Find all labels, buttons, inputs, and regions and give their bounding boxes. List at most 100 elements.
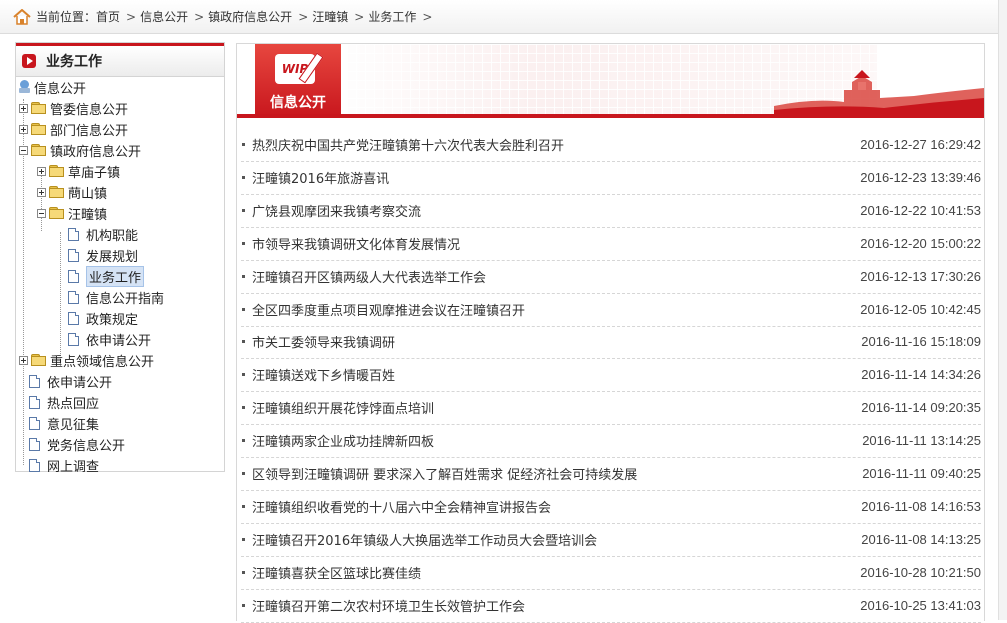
banner-rule xyxy=(237,114,984,118)
breadcrumb-info-public[interactable]: 信息公开 xyxy=(140,8,188,25)
sidebar-item[interactable]: 网上调查 xyxy=(29,455,99,475)
bullet-icon xyxy=(242,373,245,377)
document-icon xyxy=(68,290,79,304)
sidebar-item[interactable]: 重点领域信息公开 xyxy=(19,350,154,370)
sidebar-item[interactable]: 机构职能 xyxy=(68,224,138,244)
building-silhouette-icon xyxy=(774,70,984,114)
sidebar-item[interactable]: 管委信息公开 xyxy=(19,98,128,118)
list-item: 汪疃镇召开区镇两级人大代表选举工作会 2016-12-13 17:30:26 xyxy=(241,260,981,294)
sidebar-item[interactable]: 发展规划 xyxy=(68,245,138,265)
expand-icon[interactable] xyxy=(37,187,46,197)
sidebar-item[interactable]: 部门信息公开 xyxy=(19,119,128,139)
sidebar-item-label: 依申请公开 xyxy=(86,333,152,349)
article-date: 2016-12-23 13:39:46 xyxy=(860,169,981,185)
article-link[interactable]: 汪疃镇两家企业成功挂牌新四板 xyxy=(252,431,841,450)
bullet-icon xyxy=(242,570,245,574)
breadcrumb-bar: 当前位置： 首页 > 信息公开 > 镇政府信息公开 > 汪疃镇 > 业务工作 > xyxy=(0,0,1007,34)
play-icon xyxy=(22,54,36,68)
article-link[interactable]: 广饶县观摩团来我镇考察交流 xyxy=(252,201,841,220)
article-link[interactable]: 汪疃镇喜获全区篮球比赛佳绩 xyxy=(252,563,841,582)
article-link[interactable]: 市领导来我镇调研文化体育发展情况 xyxy=(252,234,841,253)
folder-icon xyxy=(31,102,46,114)
tree-line xyxy=(60,232,61,366)
bullet-icon xyxy=(242,241,245,245)
tree-root-label: 信息公开 xyxy=(34,81,87,97)
list-item: 热烈庆祝中国共产党汪疃镇第十六次代表大会胜利召开 2016-12-27 16:29… xyxy=(241,128,981,162)
article-link[interactable]: 汪疃镇召开区镇两级人大代表选举工作会 xyxy=(252,267,841,286)
sidebar-item-label: 重点领域信息公开 xyxy=(50,354,155,370)
list-item: 汪疃镇组织收看党的十八届六中全会精神宣讲报告会 2016-11-08 14:16:… xyxy=(241,490,981,524)
collapse-icon[interactable] xyxy=(37,208,46,218)
document-icon xyxy=(29,416,40,430)
expand-icon[interactable] xyxy=(19,355,28,365)
sidebar-item[interactable]: 业务工作 xyxy=(68,265,145,287)
list-item: 汪疃镇送戏下乡情暖百姓 2016-11-14 14:34:26 xyxy=(241,358,981,393)
sidebar-item-label: 蔄山镇 xyxy=(68,186,108,202)
sidebar-item[interactable]: 政策规定 xyxy=(68,308,138,328)
bullet-icon xyxy=(242,340,245,344)
sidebar-item[interactable]: 意见征集 xyxy=(29,413,99,433)
breadcrumb-home[interactable]: 首页 xyxy=(96,8,120,25)
sidebar-header: 业务工作 xyxy=(16,43,224,77)
list-item: 汪疃镇2016年旅游喜讯 2016-12-23 13:39:46 xyxy=(241,161,981,195)
sidebar-item[interactable]: 蔄山镇 xyxy=(37,182,107,202)
sidebar-item[interactable]: 镇政府信息公开 xyxy=(19,140,141,160)
breadcrumb-business[interactable]: 业务工作 xyxy=(368,8,416,25)
article-link[interactable]: 市关工委领导来我镇调研 xyxy=(252,332,841,351)
article-link[interactable]: 汪疃镇召开第二次农村环境卫生长效管护工作会 xyxy=(252,596,841,615)
article-date: 2016-12-05 10:42:45 xyxy=(860,301,981,317)
article-link[interactable]: 全区四季度重点项目观摩推进会议在汪疃镇召开 xyxy=(252,300,841,319)
window-right-edge xyxy=(998,0,1007,620)
document-icon xyxy=(68,248,79,262)
sidebar-item[interactable]: 汪疃镇 xyxy=(37,203,107,223)
sidebar-item-label: 业务工作 xyxy=(86,265,145,287)
list-item: 汪疃镇喜获全区篮球比赛佳绩 2016-10-28 10:21:50 xyxy=(241,556,981,590)
sidebar-item-label: 草庙子镇 xyxy=(68,165,121,181)
list-item: 市领导来我镇调研文化体育发展情况 2016-12-20 15:00:22 xyxy=(241,227,981,261)
article-link[interactable]: 汪疃镇组织收看党的十八届六中全会精神宣讲报告会 xyxy=(252,497,841,516)
article-link[interactable]: 汪疃镇组织开展花饽饽面点培训 xyxy=(252,398,841,417)
article-link[interactable]: 汪疃镇召开2016年镇级人大换届选举工作动员大会暨培训会 xyxy=(252,530,841,549)
article-link[interactable]: 区领导到汪疃镇调研 要求深入了解百姓需求 促经济社会可持续发展 xyxy=(252,464,841,483)
expand-icon[interactable] xyxy=(19,103,28,113)
tree-root[interactable]: 信息公开 xyxy=(19,77,86,97)
bullet-icon xyxy=(242,439,245,443)
breadcrumb-town-gov[interactable]: 镇政府信息公开 xyxy=(208,8,292,25)
bullet-icon xyxy=(242,143,245,146)
document-icon xyxy=(68,332,79,346)
article-link[interactable]: 热烈庆祝中国共产党汪疃镇第十六次代表大会胜利召开 xyxy=(252,135,841,154)
sidebar-item-label: 汪疃镇 xyxy=(68,207,108,223)
breadcrumb-prefix: 当前位置： xyxy=(36,10,97,24)
expand-icon[interactable] xyxy=(37,166,46,176)
sidebar-item[interactable]: 草庙子镇 xyxy=(37,161,120,181)
sidebar-title: 业务工作 xyxy=(46,54,102,70)
sidebar-item-label: 部门信息公开 xyxy=(50,123,129,139)
list-item: 广饶县观摩团来我镇考察交流 2016-12-22 10:41:53 xyxy=(241,194,981,228)
breadcrumb-separator: > xyxy=(194,9,205,24)
document-icon xyxy=(68,269,79,283)
collapse-icon[interactable] xyxy=(19,145,28,155)
sidebar-item-label: 发展规划 xyxy=(86,249,139,265)
bullet-icon xyxy=(242,406,245,410)
sidebar-item[interactable]: 热点回应 xyxy=(29,392,99,412)
folder-icon xyxy=(49,186,64,198)
article-link[interactable]: 汪疃镇2016年旅游喜讯 xyxy=(252,168,841,187)
bullet-icon xyxy=(242,504,245,508)
expand-icon[interactable] xyxy=(19,124,28,134)
sidebar-item[interactable]: 党务信息公开 xyxy=(29,434,125,454)
sidebar-item[interactable]: 依申请公开 xyxy=(68,329,151,349)
sidebar-item[interactable]: 依申请公开 xyxy=(29,371,112,391)
folder-icon xyxy=(31,144,46,156)
sidebar-item-label: 信息公开指南 xyxy=(86,291,165,307)
folder-icon xyxy=(31,354,46,366)
sidebar-item[interactable]: 信息公开指南 xyxy=(68,287,164,307)
article-link[interactable]: 汪疃镇送戏下乡情暖百姓 xyxy=(252,365,841,384)
sidebar-item-label: 镇政府信息公开 xyxy=(50,144,142,160)
sidebar: 业务工作 信息公开 管委信息公开部门信息公开 镇政府信息公开 草庙子镇蔄山镇汪疃镇机… xyxy=(15,42,225,475)
list-item: 汪疃镇召开第二次农村环境卫生长效管护工作会 2016-10-25 13:41:03 xyxy=(241,589,981,623)
article-date: 2016-11-14 14:34:26 xyxy=(861,367,981,383)
sidebar-item-label: 意见征集 xyxy=(47,417,100,433)
list-item: 汪疃镇召开2016年镇级人大换届选举工作动员大会暨培训会 2016-11-08 1… xyxy=(241,523,981,557)
article-date: 2016-11-14 09:20:35 xyxy=(861,400,981,416)
breadcrumb-wangtuan[interactable]: 汪疃镇 xyxy=(312,8,348,25)
